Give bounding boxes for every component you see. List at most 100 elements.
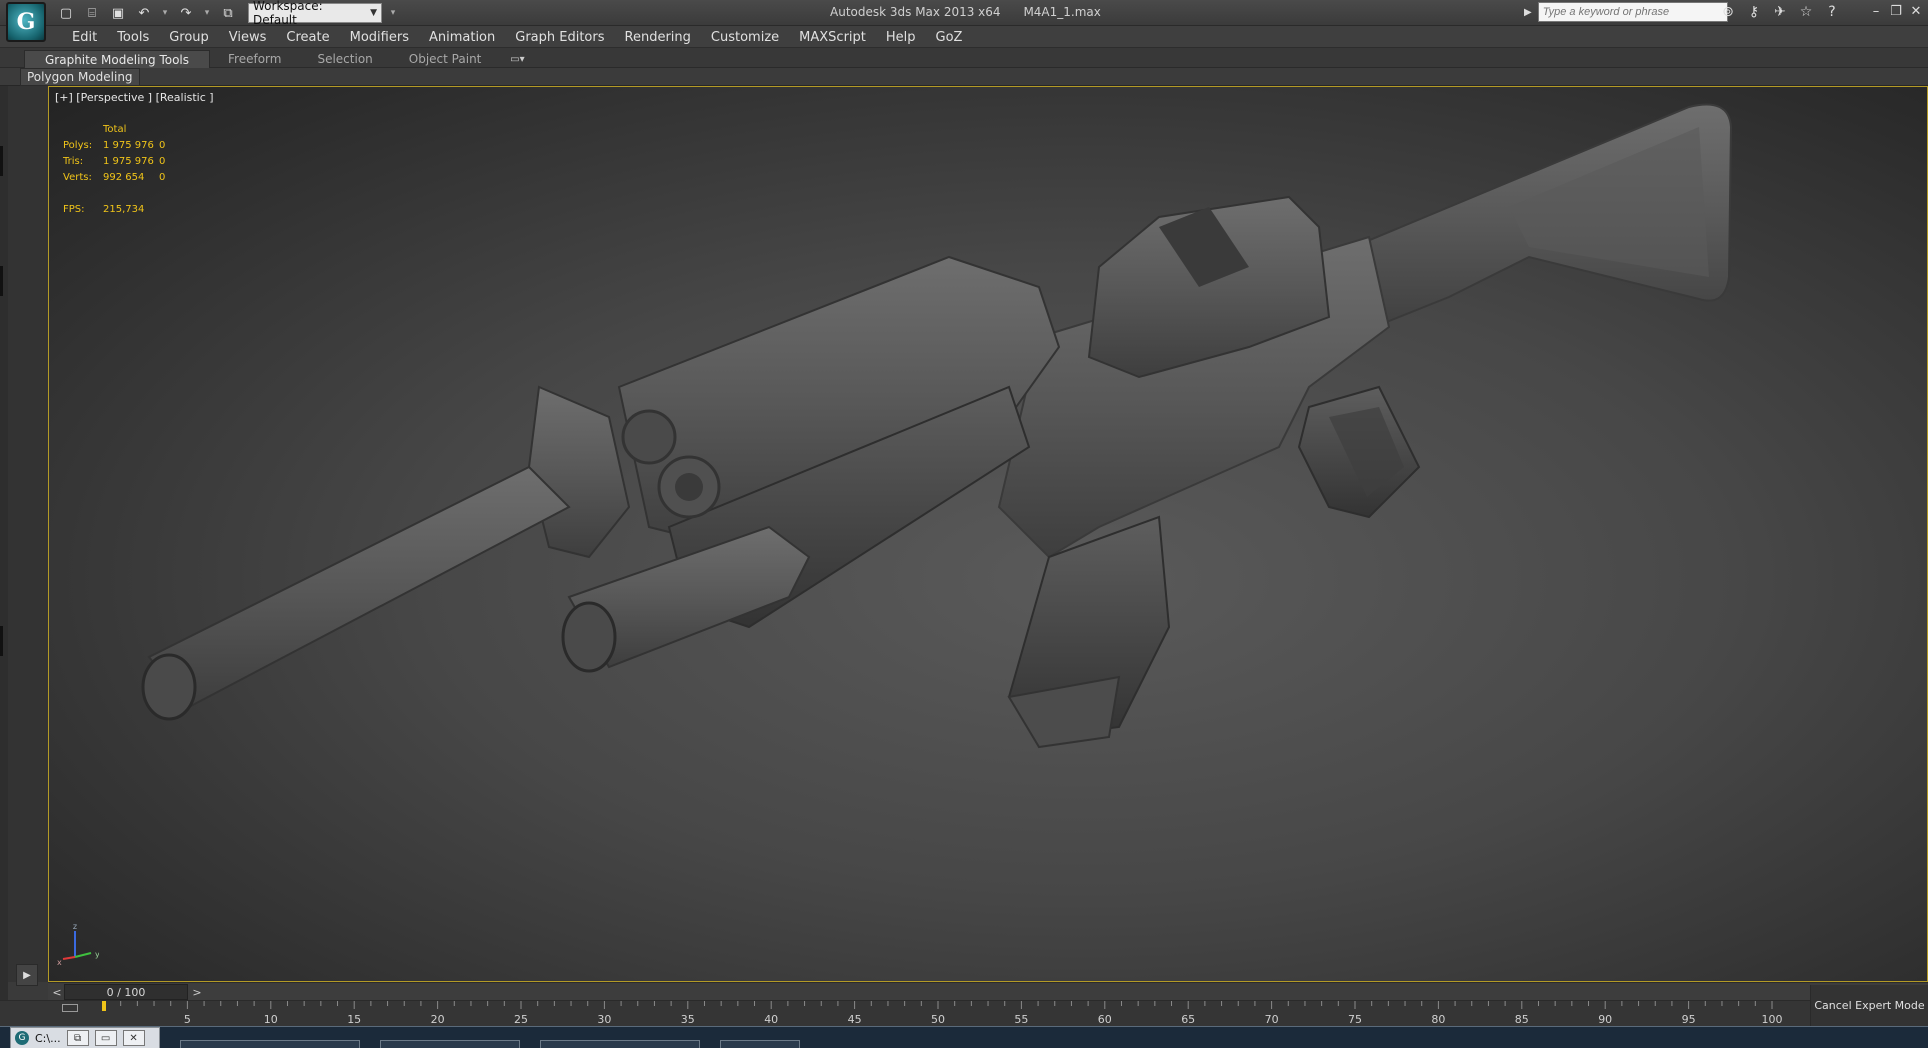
chevron-down-icon: ▼ [370, 8, 377, 18]
time-next-button[interactable]: > [190, 984, 204, 1000]
close-icon[interactable]: ✕ [1908, 3, 1924, 19]
window-controls: – ❐ ✕ [1868, 3, 1924, 19]
app-logo-small-icon: G [15, 1031, 29, 1045]
menu-modifiers[interactable]: Modifiers [340, 30, 419, 45]
stats-selected: 0 [159, 171, 166, 183]
edge-marker [0, 626, 3, 656]
file-name: M4A1_1.max [1023, 5, 1101, 19]
open-folder-icon[interactable]: ⌸ [82, 3, 102, 23]
menu-customize[interactable]: Customize [701, 30, 789, 45]
new-file-icon[interactable]: ▢ [56, 3, 76, 23]
quick-access-toolbar: ▢ ⌸ ▣ ↶ ▾ ↷ ▾ ⧉ Workspace: Default ▼ ▾ [56, 0, 398, 27]
fps-value: 215,734 [103, 203, 145, 215]
search-expand-icon[interactable]: ▶ [1524, 7, 1532, 18]
ruler-tick-label: 25 [514, 1013, 528, 1026]
restore-icon[interactable]: ⧉ [66, 1030, 89, 1046]
undo-icon[interactable]: ↶ [134, 3, 154, 23]
undo-dropdown-icon[interactable]: ▾ [160, 3, 170, 23]
ruler-tick-label: 15 [347, 1013, 361, 1026]
stats-label: Polys: [63, 139, 93, 151]
menu-create[interactable]: Create [276, 30, 339, 45]
ruler-tick-label: 65 [1181, 1013, 1195, 1026]
ruler-tick-label: 100 [1762, 1013, 1783, 1026]
viewport-label[interactable]: [+] [Perspective ] [Realistic ] [55, 91, 214, 104]
stats-value: 992 654 [103, 171, 145, 183]
ruler-tick-label: 60 [1098, 1013, 1112, 1026]
stats-spacer [63, 185, 165, 201]
title-bar: G ▢ ⌸ ▣ ↶ ▾ ↷ ▾ ⧉ Workspace: Default ▼ ▾… [0, 0, 1928, 42]
infocenter-icons: ⊚ ⚷ ✈ ☆ ? [1718, 2, 1842, 22]
stats-header: Total [103, 123, 127, 135]
tab-object-paint[interactable]: Object Paint [391, 50, 500, 68]
menu-graph-editors[interactable]: Graph Editors [505, 30, 614, 45]
perspective-viewport[interactable]: [+] [Perspective ] [Realistic ] Total Po… [48, 86, 1928, 982]
menu-tools[interactable]: Tools [107, 30, 159, 45]
restore-icon[interactable]: ❐ [1888, 3, 1904, 19]
ruler-tick-label: 10 [264, 1013, 278, 1026]
infocenter-search: ▶ [1524, 2, 1728, 22]
minimize-icon[interactable]: – [1868, 3, 1884, 19]
play-icon[interactable]: ▶ [16, 964, 38, 986]
stats-row-verts: Verts: 992 654 0 [63, 169, 165, 185]
current-frame-marker[interactable] [102, 1001, 106, 1011]
project-folder-icon[interactable]: ⧉ [218, 3, 238, 23]
ruler-tick-label: 55 [1014, 1013, 1028, 1026]
menu-edit[interactable]: Edit [62, 30, 107, 45]
cancel-expert-mode-button[interactable]: Cancel Expert Mode [1810, 985, 1928, 1026]
stats-row-tris: Tris: 1 975 976 0 [63, 153, 165, 169]
time-prev-button[interactable]: < [50, 984, 64, 1000]
stats-label: Verts: [63, 171, 92, 183]
workspace-label: Workspace: Default [253, 0, 323, 27]
tab-selection[interactable]: Selection [299, 50, 390, 68]
quick-access-customize-icon[interactable]: ▾ [388, 3, 398, 23]
taskbar-item-label: C:\... [35, 1031, 61, 1045]
tab-freeform[interactable]: Freeform [210, 50, 299, 68]
ribbon-tab-bar: Graphite Modeling Tools Freeform Selecti… [0, 48, 1928, 68]
binoculars-icon[interactable]: ⊚ [1718, 2, 1738, 22]
redo-icon[interactable]: ↷ [176, 3, 196, 23]
menu-rendering[interactable]: Rendering [615, 30, 701, 45]
taskbar-button[interactable] [380, 1040, 520, 1048]
save-icon[interactable]: ▣ [108, 3, 128, 23]
menu-maxscript[interactable]: MAXScript [789, 30, 876, 45]
axis-y-label: y [95, 950, 99, 959]
menu-group[interactable]: Group [159, 30, 219, 45]
ruler-tick-label: 50 [931, 1013, 945, 1026]
time-slider-thumb[interactable]: 0 / 100 [64, 984, 188, 1000]
menu-bar: Edit Tools Group Views Create Modifiers … [0, 26, 1928, 48]
menu-goz[interactable]: GoZ [926, 30, 973, 45]
redo-dropdown-icon[interactable]: ▾ [202, 3, 212, 23]
ruler-tick-label: 90 [1598, 1013, 1612, 1026]
taskbar-button[interactable] [540, 1040, 700, 1048]
track-bar[interactable]: 5 10 15 20 25 30 35 40 45 50 55 60 65 70 75 80 85 90 95 100 [0, 1000, 1810, 1026]
ribbon-minimize-icon[interactable]: ▭▾ [505, 51, 529, 67]
edge-marker [0, 146, 3, 176]
time-slider[interactable]: < 0 / 100 > [48, 982, 1928, 1000]
axis-x-label: x [57, 958, 62, 967]
ruler-tick-label: 30 [597, 1013, 611, 1026]
menu-help[interactable]: Help [876, 30, 926, 45]
panel-polygon-modeling[interactable]: Polygon Modeling [20, 68, 140, 86]
search-input[interactable] [1537, 2, 1728, 22]
viewport-gutter [8, 86, 48, 982]
workspace-dropdown[interactable]: Workspace: Default ▼ [248, 0, 382, 27]
close-icon[interactable]: ✕ [122, 1030, 145, 1046]
help-icon[interactable]: ? [1822, 2, 1842, 22]
left-edge-strip [0, 86, 8, 1048]
ruler-tick-label: 95 [1682, 1013, 1696, 1026]
maximize-icon[interactable]: ▭ [94, 1030, 117, 1046]
stats-value: 1 975 976 [103, 139, 154, 151]
key-icon[interactable]: ⚷ [1744, 2, 1764, 22]
menu-animation[interactable]: Animation [419, 30, 505, 45]
ruler-tick-label: 45 [848, 1013, 862, 1026]
app-menu-button[interactable]: G [6, 2, 46, 42]
taskbar-item-3dsmax[interactable]: G C:\... ⧉ ▭ ✕ [10, 1027, 160, 1048]
app-logo-glyph: G [16, 9, 36, 35]
star-icon[interactable]: ☆ [1796, 2, 1816, 22]
menu-views[interactable]: Views [219, 30, 277, 45]
taskbar-button[interactable] [720, 1040, 800, 1048]
tab-graphite-modeling-tools[interactable]: Graphite Modeling Tools [24, 50, 211, 68]
communication-icon[interactable]: ✈ [1770, 2, 1790, 22]
ribbon-panel: Polygon Modeling [0, 68, 1928, 86]
taskbar-button[interactable] [180, 1040, 360, 1048]
